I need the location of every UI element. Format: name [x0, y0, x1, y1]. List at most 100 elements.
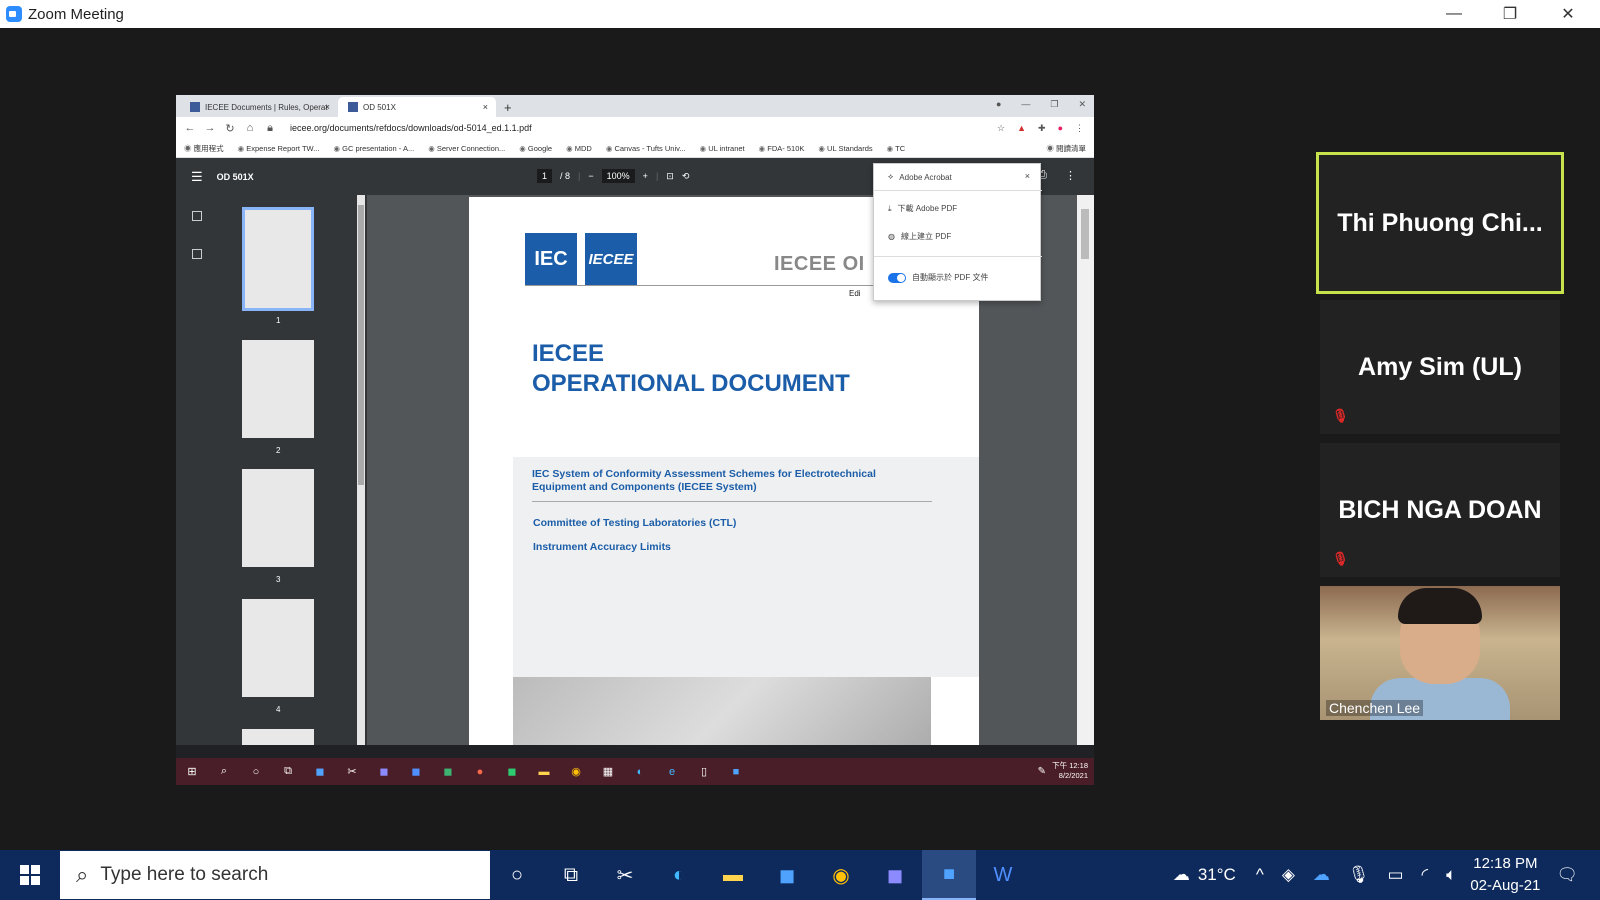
wifi-icon[interactable]: ◜ [1422, 865, 1429, 885]
reading-list[interactable]: 閱讀清單 [1046, 143, 1086, 154]
page-thumbnail-3[interactable] [242, 469, 314, 567]
profile-circle-icon[interactable]: ● [996, 99, 1001, 110]
acrobat-extension-icon[interactable]: ▲ [1017, 123, 1026, 134]
bookmark-item[interactable]: UL intranet [700, 144, 744, 153]
notifications-icon[interactable]: 🗨︎ [1556, 865, 1578, 885]
bookmark-item[interactable]: Expense Report TW... [238, 144, 319, 153]
outlook-icon[interactable]: ◼ [304, 765, 336, 778]
chrome-icon[interactable]: ◉ [560, 765, 592, 778]
new-tab-button[interactable]: + [504, 100, 512, 115]
download-adobe-pdf-item[interactable]: ⤓ 下載 Adobe PDF [888, 203, 957, 214]
browser-tab-od501x[interactable]: OD 501X × [338, 97, 496, 117]
bookmark-item[interactable]: TC [887, 144, 905, 153]
participant-tile-active-speaker[interactable]: Thi Phuong Chi... [1316, 152, 1564, 294]
bookmark-item[interactable]: Canvas - Tufts Univ... [606, 144, 685, 153]
battery-icon[interactable]: ▭ [1387, 865, 1403, 885]
browser-tab-iecee-documents[interactable]: IECEE Documents | Rules, Operat × [180, 97, 338, 117]
snip-sketch-icon[interactable]: ✂ [598, 850, 652, 900]
zoom-in-icon[interactable]: + [643, 171, 648, 181]
zoom-app-icon[interactable]: ■ [922, 850, 976, 900]
pen-icon[interactable]: ✎ [1038, 766, 1046, 777]
windows-start-icon[interactable]: ⊞ [176, 765, 208, 778]
bookmark-item[interactable]: 應用程式 [184, 143, 224, 154]
taskbar-clock[interactable]: 12:18 PM 02-Aug-21 [1470, 853, 1540, 897]
hamburger-menu-icon[interactable]: ☰ [191, 169, 203, 185]
ie-icon[interactable]: e [656, 766, 688, 778]
bookmark-item[interactable]: GC presentation - A... [333, 144, 414, 153]
auto-show-toggle[interactable] [888, 272, 906, 283]
page-thumbnail-4[interactable] [242, 599, 314, 697]
browser-restore-icon[interactable]: ❐ [1050, 99, 1058, 110]
word-icon[interactable]: ◼ [400, 765, 432, 778]
auto-show-toggle-row[interactable]: 自動顯示於 PDF 文件 [888, 272, 988, 283]
weather-cloud-icon[interactable]: ☁ [1173, 865, 1190, 885]
create-pdf-online-item[interactable]: ◍ 線上建立 PDF [888, 231, 951, 242]
more-options-icon[interactable]: ⋮ [1065, 169, 1076, 182]
forward-arrow-icon[interactable]: → [200, 122, 220, 134]
notepad-icon[interactable]: ▯ [688, 765, 720, 778]
cortana-icon[interactable]: ○ [490, 850, 544, 900]
zoom-app-icon[interactable]: ■ [720, 766, 752, 778]
back-arrow-icon[interactable]: ← [180, 122, 200, 134]
page-thumbnail-5[interactable] [242, 729, 314, 745]
participant-video-tile[interactable]: Chenchen Lee [1320, 586, 1560, 720]
browser-close-icon[interactable]: ✕ [1078, 99, 1086, 110]
reload-icon[interactable]: ↻ [220, 122, 240, 135]
edge-icon[interactable]: ◐ [652, 850, 706, 900]
bookmark-item[interactable]: MDD [566, 144, 592, 153]
app-icon[interactable]: ▦ [592, 765, 624, 778]
search-icon[interactable]: ⌕ [208, 765, 240, 778]
thumbnail-scrollbar[interactable] [357, 195, 365, 745]
snipping-icon[interactable]: ✂ [336, 765, 368, 778]
pdf-scrollbar[interactable] [1077, 195, 1094, 745]
zoom-out-icon[interactable]: − [588, 171, 593, 181]
word-icon[interactable]: W [976, 850, 1030, 900]
close-tab-icon[interactable]: × [483, 102, 488, 112]
kebab-menu-icon[interactable]: ⋮ [1075, 123, 1084, 134]
thumbnails-view-icon[interactable] [192, 211, 202, 221]
teams-icon[interactable]: ◼ [868, 850, 922, 900]
zoom-level-input[interactable]: 100% [601, 169, 635, 183]
fit-page-icon[interactable]: ⊡ [666, 171, 674, 182]
extensions-puzzle-icon[interactable]: ✚ [1038, 123, 1046, 134]
close-popup-icon[interactable]: × [1025, 171, 1030, 181]
file-explorer-icon[interactable]: ▬ [706, 850, 760, 900]
home-icon[interactable]: ⌂ [240, 122, 260, 134]
taskbar-search-box[interactable]: ⌕ Type here to search [60, 851, 490, 899]
participant-tile[interactable]: Amy Sim (UL) 🎙︎ [1320, 300, 1560, 434]
outlook-icon[interactable]: ◼ [760, 850, 814, 900]
cortana-icon[interactable]: ○ [240, 766, 272, 778]
close-tab-icon[interactable]: × [325, 102, 330, 112]
excel-icon[interactable]: ◼ [496, 765, 528, 778]
page-thumbnail-1[interactable] [242, 207, 314, 311]
avatar[interactable]: ● [1058, 123, 1063, 134]
page-number-input[interactable]: 1 [537, 169, 553, 183]
remote-clock[interactable]: 下午 12:18 8/2/2021 [1052, 761, 1088, 781]
chevron-up-icon[interactable]: ^ [1256, 865, 1264, 885]
bookmark-item[interactable]: Server Connection... [428, 144, 505, 153]
outline-view-icon[interactable] [192, 249, 202, 259]
close-button[interactable]: ✕ [1540, 0, 1596, 28]
page-thumbnail-2[interactable] [242, 340, 314, 438]
minimize-button[interactable]: — [1426, 0, 1482, 28]
participant-tile[interactable]: BICH NGA DOAN 🎙︎ [1320, 443, 1560, 577]
project-icon[interactable]: ◼ [432, 765, 464, 778]
teams-icon[interactable]: ◼ [368, 765, 400, 778]
start-button[interactable] [0, 850, 60, 900]
file-explorer-icon[interactable]: ▬ [528, 766, 560, 778]
edge-icon[interactable]: ◐ [624, 766, 656, 778]
chrome-icon[interactable]: ◉ [814, 850, 868, 900]
microphone-icon[interactable]: 🎙︎ [1348, 865, 1370, 885]
task-view-icon[interactable]: ⧉ [272, 765, 304, 778]
restore-button[interactable]: ❐ [1482, 0, 1538, 28]
task-view-icon[interactable]: ⧉ [544, 850, 598, 900]
browser-minimize-icon[interactable]: — [1021, 99, 1030, 110]
rotate-icon[interactable]: ⟲ [682, 171, 690, 182]
bookmark-item[interactable]: UL Standards [818, 144, 873, 153]
powerpoint-icon[interactable]: ● [464, 766, 496, 778]
tray-app-icon[interactable]: ◈ [1282, 865, 1295, 885]
bookmark-item[interactable]: Google [519, 144, 552, 153]
onedrive-icon[interactable]: ☁ [1313, 865, 1330, 885]
bookmark-star-icon[interactable]: ☆ [997, 123, 1005, 134]
weather-temp[interactable]: 31°C [1198, 865, 1236, 885]
